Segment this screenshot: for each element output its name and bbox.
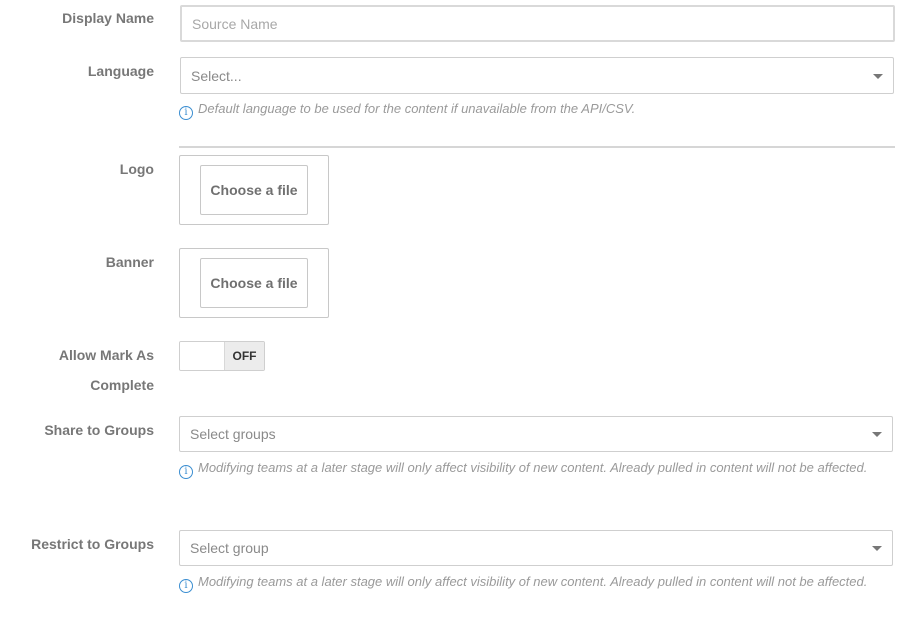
logo-label: Logo: [119, 161, 154, 177]
chevron-down-icon: [872, 432, 882, 437]
info-icon: i: [179, 579, 193, 593]
share-groups-hint-text: Modifying teams at a later stage will on…: [198, 460, 868, 475]
display-name-input[interactable]: Source Name: [180, 5, 895, 42]
language-selected-value: Select...: [191, 67, 242, 84]
restrict-groups-select[interactable]: Select group: [179, 530, 893, 566]
display-name-placeholder: Source Name: [192, 15, 278, 32]
restrict-groups-hint-text: Modifying teams at a later stage will on…: [198, 574, 868, 589]
logo-upload-area: Choose a file: [179, 155, 329, 225]
restrict-groups-label: Restrict to Groups: [31, 536, 154, 552]
share-groups-selected-value: Select groups: [190, 426, 276, 442]
restrict-groups-selected-value: Select group: [190, 540, 269, 556]
banner-label: Banner: [105, 254, 154, 270]
allow-mark-complete-toggle[interactable]: OFF: [179, 341, 265, 371]
allow-mark-complete-label: Allow Mark As Complete: [58, 347, 154, 393]
language-select[interactable]: Select...: [180, 57, 894, 94]
share-groups-select[interactable]: Select groups: [179, 416, 893, 452]
language-label: Language: [87, 63, 154, 79]
info-icon: i: [179, 106, 193, 120]
banner-choose-file-button[interactable]: Choose a file: [200, 258, 308, 308]
logo-choose-file-button[interactable]: Choose a file: [200, 165, 308, 215]
info-icon: i: [179, 465, 193, 479]
language-hint: i Default language to be used for the con…: [179, 97, 894, 121]
banner-upload-area: Choose a file: [179, 248, 329, 318]
chevron-down-icon: [873, 73, 883, 79]
share-groups-label: Share to Groups: [44, 422, 154, 438]
toggle-knob: [180, 342, 225, 370]
chevron-down-icon: [872, 546, 882, 551]
toggle-state-text: OFF: [225, 342, 264, 370]
share-groups-hint: i Modifying teams at a later stage will o…: [179, 456, 894, 480]
restrict-groups-hint: i Modifying teams at a later stage will o…: [179, 570, 894, 594]
section-divider: [179, 146, 895, 148]
language-hint-text: Default language to be used for the cont…: [198, 101, 636, 116]
display-name-label: Display Name: [62, 10, 154, 26]
